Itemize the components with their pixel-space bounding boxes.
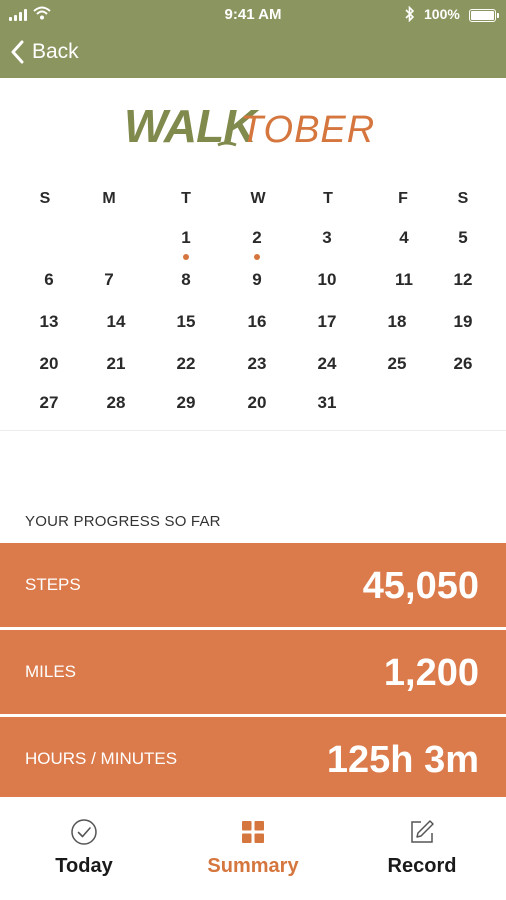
battery-icon xyxy=(469,9,499,22)
tab-bar: Today Summary Record xyxy=(0,797,506,900)
stat-steps: STEPS 45,050 xyxy=(0,543,506,627)
calendar-day[interactable]: 10 xyxy=(302,270,352,290)
stat-value: 45,050 xyxy=(362,565,479,607)
day-header: W xyxy=(250,190,266,207)
logo-tober: TOBER xyxy=(240,109,375,151)
calendar-day[interactable]: 22 xyxy=(161,354,211,374)
calendar-day[interactable]: 18 xyxy=(372,312,422,332)
back-button[interactable]: Back xyxy=(10,40,79,64)
status-bar: 9:41 AM 100% xyxy=(0,0,506,30)
calendar-day[interactable]: 13 xyxy=(24,312,74,332)
calendar-day[interactable]: 16 xyxy=(232,312,282,332)
calendar-day[interactable]: 20 xyxy=(24,354,74,374)
calendar-day[interactable]: 1 xyxy=(161,228,211,248)
calendar-week: 20 21 22 23 24 25 26 xyxy=(0,354,506,384)
calendar-week: 1 2 3 4 5 xyxy=(0,228,506,260)
calendar-day[interactable]: 5 xyxy=(438,228,488,248)
chevron-left-icon xyxy=(11,40,24,64)
tab-summary[interactable]: Summary xyxy=(169,797,337,900)
stat-miles: MILES 1,200 xyxy=(0,630,506,714)
day-header: T xyxy=(181,190,191,207)
tab-today[interactable]: Today xyxy=(0,797,168,900)
calendar-day[interactable]: 7 xyxy=(84,270,134,290)
grid-icon xyxy=(242,821,264,843)
calendar-day[interactable]: 6 xyxy=(24,270,74,290)
back-label: Back xyxy=(32,40,79,63)
calendar-day[interactable]: 29 xyxy=(161,393,211,413)
day-header: S xyxy=(39,190,51,207)
progress-heading: YOUR PROGRESS SO FAR xyxy=(25,513,221,530)
divider xyxy=(0,430,506,431)
calendar-day[interactable]: 15 xyxy=(161,312,211,332)
calendar-day[interactable]: 19 xyxy=(438,312,488,332)
stat-label: STEPS xyxy=(25,575,81,594)
calendar-day[interactable]: 26 xyxy=(438,354,488,374)
tab-record[interactable]: Record xyxy=(338,797,506,900)
tab-label: Record xyxy=(387,855,457,877)
calendar-day[interactable]: 31 xyxy=(302,393,352,413)
calendar-day[interactable]: 11 xyxy=(379,270,429,290)
calendar-day[interactable]: 23 xyxy=(232,354,282,374)
calendar-week: 6 7 8 9 10 11 12 xyxy=(0,270,506,300)
logo-walk: WALK xyxy=(124,100,259,152)
walktober-logo: WALK TOBER xyxy=(124,100,375,152)
bluetooth-icon xyxy=(405,6,415,22)
calendar-week: 27 28 29 20 31 xyxy=(0,393,506,423)
calendar-day[interactable]: 9 xyxy=(232,270,282,290)
calendar-day[interactable]: 2 xyxy=(232,228,282,248)
pencil-square-icon xyxy=(411,820,434,843)
calendar-day[interactable]: 4 xyxy=(379,228,429,248)
calendar-day[interactable]: 20 xyxy=(232,393,282,413)
calendar-week: 13 14 15 16 17 18 19 xyxy=(0,312,506,342)
calendar-day[interactable]: 17 xyxy=(302,312,352,332)
calendar-day[interactable]: 21 xyxy=(91,354,141,374)
check-circle-icon xyxy=(71,819,97,845)
nav-bar: Back xyxy=(0,30,506,78)
activity-dot xyxy=(183,254,189,260)
tab-label: Summary xyxy=(207,855,299,877)
calendar-day[interactable]: 12 xyxy=(438,270,488,290)
stat-label: HOURS / MINUTES xyxy=(25,749,178,768)
calendar-day-headers: S M T W T F S xyxy=(0,190,506,220)
battery-percent: 100% xyxy=(424,6,460,22)
day-header: T xyxy=(323,190,333,207)
tab-label: Today xyxy=(55,855,113,877)
calendar-day[interactable]: 25 xyxy=(372,354,422,374)
calendar-day[interactable]: 8 xyxy=(161,270,211,290)
stat-hours-minutes: HOURS / MINUTES 125h 3m xyxy=(0,717,506,797)
stat-value: 125h 3m xyxy=(326,739,479,781)
stat-value: 1,200 xyxy=(383,652,479,694)
calendar-day[interactable]: 3 xyxy=(302,228,352,248)
day-header: M xyxy=(102,190,116,207)
stat-label: MILES xyxy=(25,662,77,681)
day-header: S xyxy=(457,190,469,207)
calendar-day[interactable]: 27 xyxy=(24,393,74,413)
calendar-day[interactable]: 28 xyxy=(91,393,141,413)
calendar-day[interactable]: 14 xyxy=(91,312,141,332)
calendar-day[interactable]: 24 xyxy=(302,354,352,374)
activity-dot xyxy=(254,254,260,260)
day-header: F xyxy=(398,190,408,207)
